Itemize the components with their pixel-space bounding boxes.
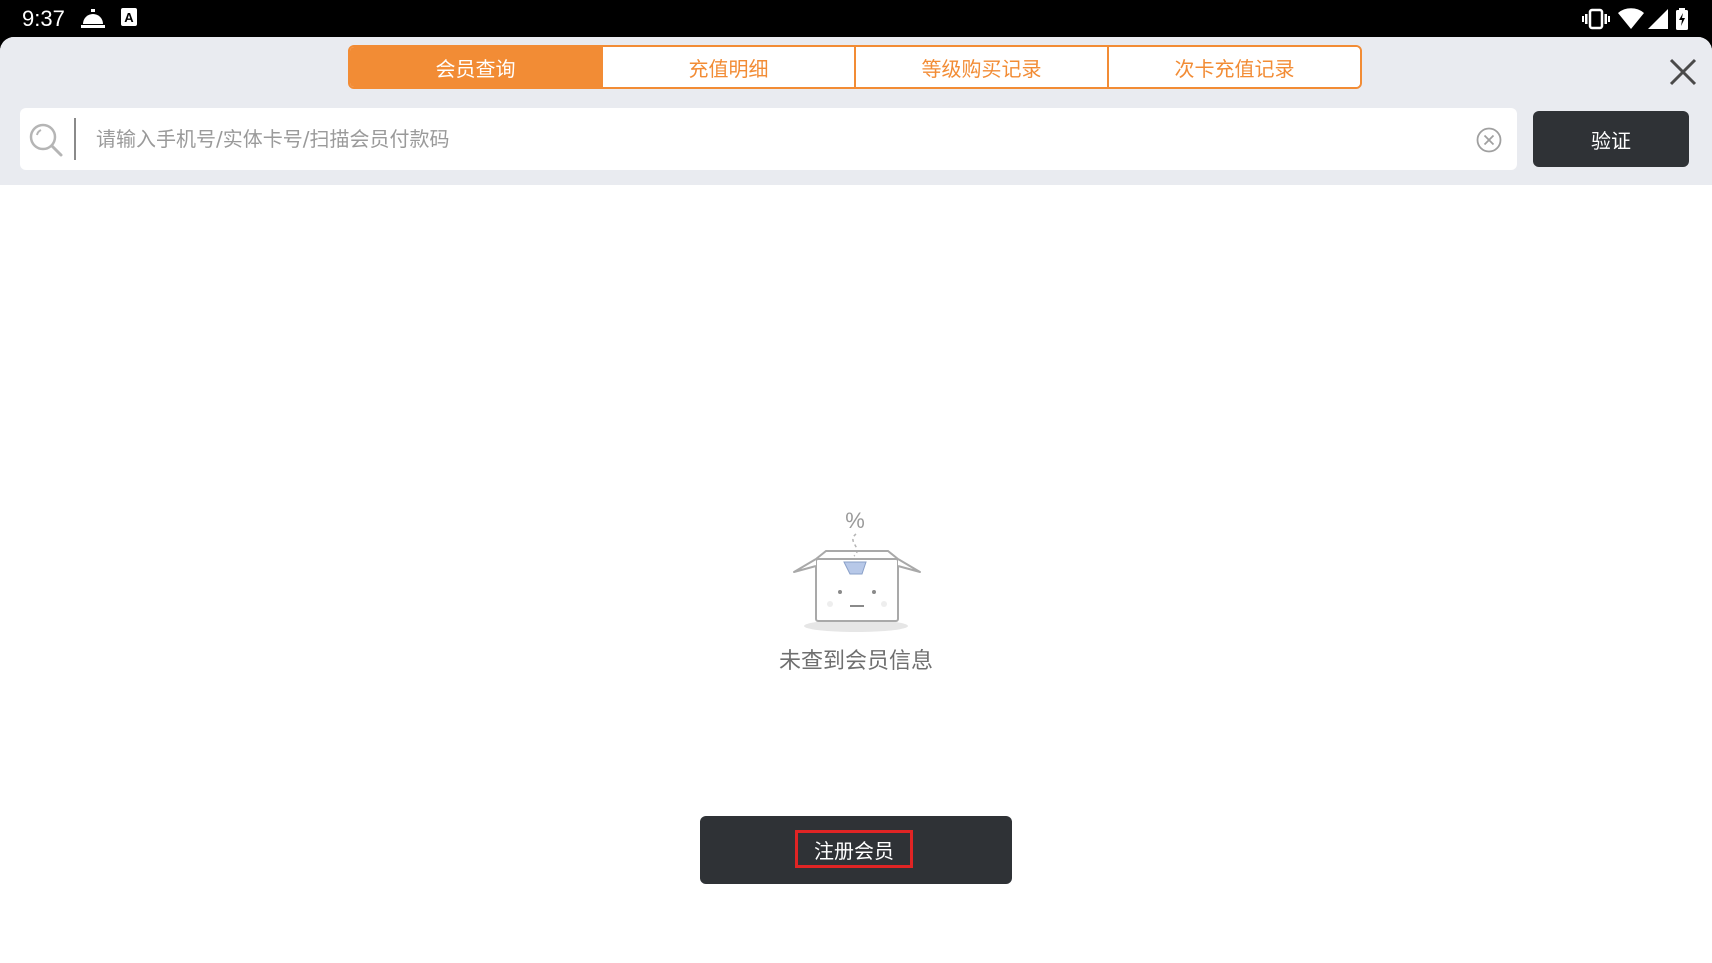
search-box (20, 108, 1517, 170)
search-input[interactable] (74, 118, 1454, 160)
tab-count-card-recharge-record[interactable]: 次卡充值记录 (1107, 47, 1360, 87)
empty-box-icon: % (786, 504, 926, 634)
svg-text:A: A (124, 10, 134, 25)
wifi-icon (1618, 8, 1644, 34)
register-member-label: 注册会员 (795, 830, 913, 868)
verify-button[interactable]: 验证 (1533, 111, 1689, 167)
tab-level-purchase-record[interactable]: 等级购买记录 (854, 47, 1107, 87)
tab-recharge-detail[interactable]: 充值明细 (601, 47, 854, 87)
svg-text:%: % (845, 508, 865, 533)
battery-icon (1676, 8, 1688, 34)
search-icon (28, 122, 64, 158)
status-time: 9:37 (22, 6, 65, 31)
dialog-header: 会员查询 充值明细 等级购买记录 次卡充值记录 请输入手机号/实体卡号/扫描会员… (0, 37, 1712, 185)
room-service-icon (80, 8, 106, 34)
tab-member-query[interactable]: 会员查询 (350, 47, 601, 87)
register-member-button[interactable]: 注册会员 (700, 816, 1012, 884)
text-a-icon: A (121, 8, 137, 30)
tab-bar: 会员查询 充值明细 等级购买记录 次卡充值记录 (348, 45, 1362, 89)
screen: 9:37 A 会员查询 充值明细 等级购买记录 次卡充值记录 请输入手机号/实体… (0, 0, 1712, 963)
member-dialog: 会员查询 充值明细 等级购买记录 次卡充值记录 请输入手机号/实体卡号/扫描会员… (0, 37, 1712, 963)
close-icon[interactable] (1666, 55, 1700, 89)
signal-icon (1648, 8, 1668, 34)
vibrate-icon (1582, 8, 1610, 34)
empty-state-message: 未查到会员信息 (778, 649, 933, 674)
status-bar: 9:37 A (0, 0, 1712, 37)
clear-input-icon[interactable] (1475, 126, 1503, 154)
